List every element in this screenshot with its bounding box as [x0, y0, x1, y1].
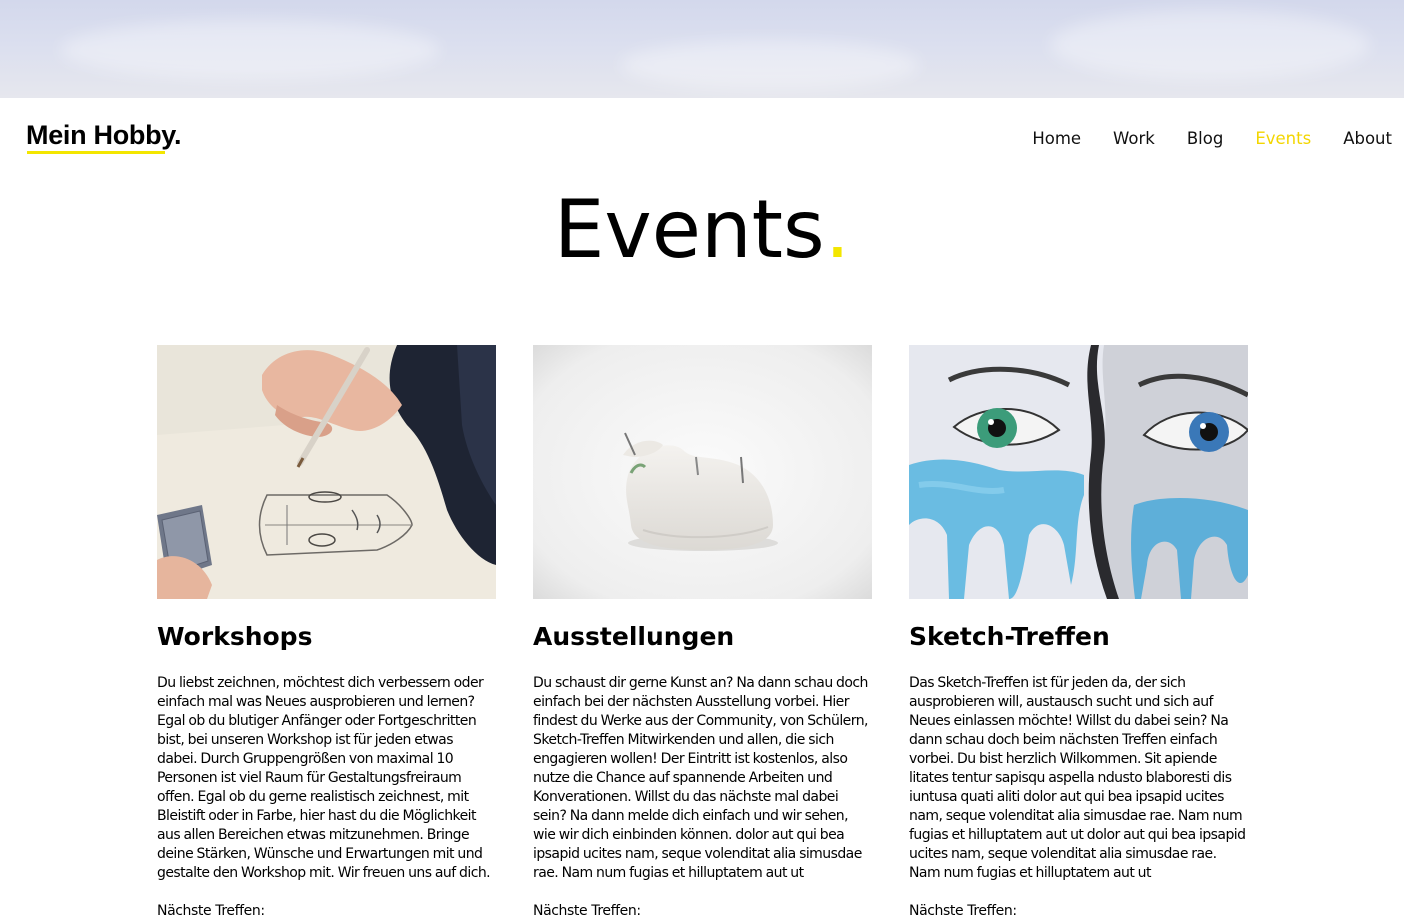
site-header: Mein Hobby. Home Work Blog Events About	[0, 98, 1404, 182]
event-card-sketch-treffen: Sketch-Treffen Das Sketch-Treffen ist fü…	[909, 345, 1248, 921]
card-title: Workshops	[157, 622, 313, 651]
card-description: Du liebst zeichnen, möchtest dich verbes…	[157, 675, 491, 881]
sky-cloud	[1050, 10, 1370, 80]
card-next-meetings: Nächste Treffen:	[533, 903, 641, 919]
main-nav: Home Work Blog Events About	[1000, 129, 1392, 148]
workshop-image	[157, 345, 496, 599]
sky-cloud	[620, 40, 920, 90]
exhibition-image	[533, 345, 872, 599]
card-description: Du schaust dir gerne Kunst an? Na dann s…	[533, 675, 868, 881]
nav-home[interactable]: Home	[1032, 129, 1081, 148]
card-title: Ausstellungen	[533, 622, 735, 651]
event-card-ausstellungen: Ausstellungen Du schaust dir gerne Kunst…	[533, 345, 872, 921]
site-logo[interactable]: Mein Hobby.	[26, 120, 182, 151]
logo-underline	[27, 151, 165, 154]
nav-work[interactable]: Work	[1113, 129, 1155, 148]
card-description: Das Sketch-Treffen ist für jeden da, der…	[909, 675, 1246, 881]
sketch-meeting-image	[909, 345, 1248, 599]
sky-cloud	[60, 20, 440, 80]
nav-events[interactable]: Events	[1255, 129, 1311, 148]
hero-background	[0, 0, 1404, 98]
event-card-workshops: Workshops Du liebst zeichnen, möchtest d…	[157, 345, 496, 921]
page-title-dot: .	[824, 183, 851, 276]
page-title-text: Events	[553, 183, 825, 276]
card-title: Sketch-Treffen	[909, 622, 1110, 651]
page-title: Events.	[0, 180, 1404, 280]
nav-about[interactable]: About	[1343, 129, 1392, 148]
card-next-meetings: Nächste Treffen:	[909, 903, 1017, 919]
nav-blog[interactable]: Blog	[1187, 129, 1223, 148]
card-next-meetings: Nächste Treffen:	[157, 903, 265, 919]
